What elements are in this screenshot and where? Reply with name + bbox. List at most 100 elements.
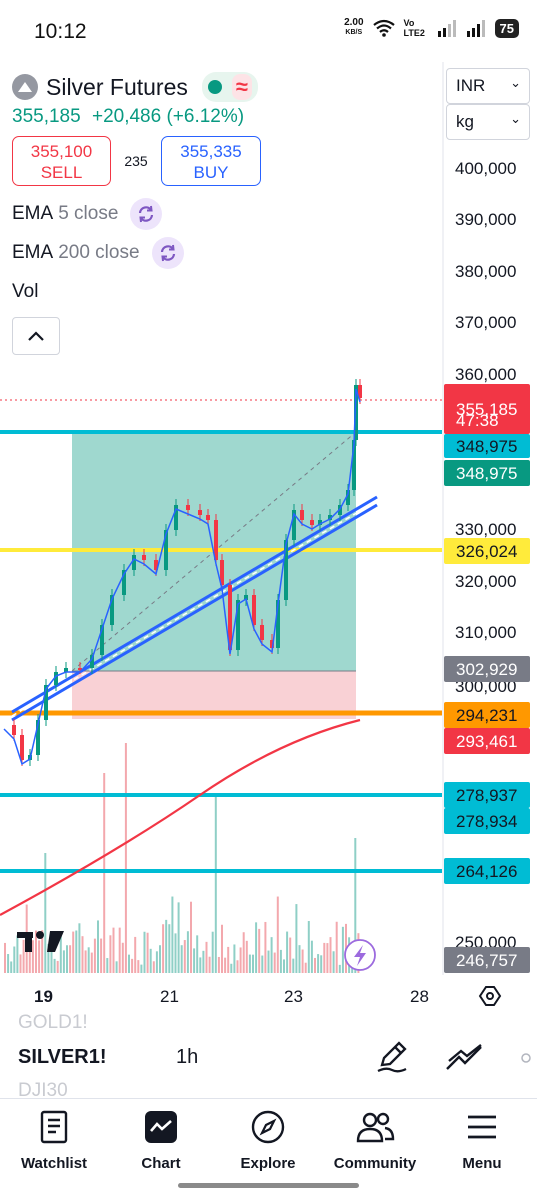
- volume-bar: [174, 933, 177, 973]
- symbol-title[interactable]: Silver Futures: [46, 74, 188, 101]
- candle-body: [252, 595, 256, 625]
- price-axis-tick: 390,000: [455, 210, 516, 229]
- volume-bar: [208, 956, 211, 973]
- volume-bar: [332, 951, 335, 973]
- candle-body: [20, 735, 24, 760]
- price-axis-tick: 380,000: [455, 262, 516, 281]
- volume-bar: [56, 960, 59, 973]
- volume-bar: [143, 931, 146, 973]
- nav-explore-label: Explore: [240, 1155, 296, 1172]
- volume-bar: [124, 743, 127, 973]
- spread-value: 235: [124, 153, 148, 169]
- volume-bar: [190, 901, 192, 973]
- unit-value: kg: [456, 112, 474, 131]
- volume-bar: [301, 949, 304, 973]
- volume-bar: [149, 948, 152, 973]
- volume-bar: [66, 945, 68, 973]
- volume-bar: [115, 961, 118, 973]
- volume-bar: [286, 931, 289, 973]
- volume-bar: [279, 949, 282, 973]
- volume-bar: [264, 921, 267, 973]
- label-countdown: 47:38: [456, 411, 499, 430]
- label-gray-level: 302,929: [456, 660, 517, 679]
- volume-bar: [329, 937, 332, 973]
- time-axis-tick: 21: [160, 987, 179, 1006]
- prev-symbol[interactable]: GOLD1!: [18, 1012, 88, 1034]
- volume-bar: [214, 793, 217, 973]
- price-axis-tick: 370,000: [455, 313, 516, 332]
- unit-select[interactable]: kg ⌄: [446, 104, 530, 140]
- indicator-param: 200 close: [58, 241, 140, 263]
- time-axis-tick: 28: [410, 987, 429, 1006]
- volume-bar: [183, 940, 186, 973]
- volume-bar: [159, 945, 161, 973]
- nav-menu[interactable]: Menu: [432, 1107, 532, 1172]
- volume-bar: [137, 960, 140, 973]
- label-bottom-level: 246,757: [456, 951, 517, 970]
- nav-explore[interactable]: Explore: [218, 1107, 318, 1172]
- auto-scale-icon-dot: [486, 992, 494, 1000]
- sync-icon[interactable]: [151, 236, 184, 269]
- indicator-ema200[interactable]: EMA 200 close: [12, 233, 261, 272]
- sync-icon[interactable]: [130, 197, 163, 230]
- currency-select[interactable]: INR ⌄: [446, 68, 530, 104]
- candle-body: [198, 510, 202, 515]
- volume-bar: [162, 924, 165, 973]
- volume-bar: [314, 957, 316, 973]
- volume-bar: [7, 954, 10, 973]
- market-status-pill[interactable]: ≈: [201, 72, 258, 102]
- symbol-title-row[interactable]: Silver Futures ≈: [12, 70, 261, 104]
- volume-bar: [131, 958, 134, 973]
- wifi-icon: [372, 19, 395, 37]
- volume-bar: [298, 945, 301, 973]
- candle-body: [142, 555, 146, 560]
- volume-bar: [87, 947, 90, 973]
- volume-bar: [155, 951, 158, 973]
- sell-button[interactable]: 355,100 SELL: [12, 136, 111, 186]
- pencil-icon[interactable]: [374, 1039, 410, 1075]
- chevron-down-icon: ⌄: [510, 75, 521, 90]
- collapse-legend-button[interactable]: [12, 317, 60, 355]
- candle-body: [132, 555, 136, 570]
- chevron-up-icon: [28, 331, 44, 341]
- nav-chart[interactable]: Chart: [111, 1107, 211, 1172]
- buy-button[interactable]: 355,335 BUY: [161, 136, 261, 186]
- nav-watchlist[interactable]: Watchlist: [4, 1107, 104, 1172]
- volume-bar: [196, 935, 199, 973]
- buy-price: 355,335: [180, 142, 242, 161]
- chart-legend: Silver Futures ≈ 355,185 +20,486 (+6.12%…: [12, 70, 261, 355]
- nav-chart-label: Chart: [141, 1155, 181, 1172]
- time-axis-tick: 23: [284, 987, 303, 1006]
- volume-bar: [233, 944, 236, 973]
- chart-icon: [145, 1111, 177, 1143]
- last-price: 355,185: [12, 106, 81, 127]
- volume-bar: [317, 954, 320, 973]
- interval-button[interactable]: 1h: [176, 1046, 198, 1069]
- label-green-level: 348,975: [456, 464, 517, 483]
- status-icons: 2.00 KB/S Vo LTE2 75: [344, 18, 519, 38]
- volume-bar: [72, 931, 75, 973]
- sell-label: SELL: [40, 163, 83, 182]
- chevron-down-icon: ⌄: [510, 111, 521, 126]
- nav-menu-label: Menu: [462, 1155, 502, 1172]
- indicator-ema5[interactable]: EMA 5 close: [12, 194, 261, 233]
- volume-bar: [224, 957, 227, 973]
- price-axis-tick: 400,000: [455, 159, 516, 178]
- volume-bar: [267, 950, 270, 973]
- drawing-tools-icon[interactable]: [445, 1043, 485, 1073]
- volume-bar: [338, 964, 341, 973]
- nav-community[interactable]: Community: [325, 1107, 425, 1172]
- volume-bar: [211, 931, 214, 973]
- more-dots-icon[interactable]: [520, 1052, 537, 1064]
- symbol-name-button[interactable]: SILVER1!: [18, 1046, 107, 1069]
- candle-body: [12, 725, 16, 735]
- volume-bar: [78, 923, 81, 973]
- volume-bar: [16, 935, 19, 973]
- volume-bar: [202, 950, 205, 973]
- volume-bar: [261, 955, 264, 973]
- volume-bar: [75, 930, 78, 973]
- indicator-volume[interactable]: Vol: [12, 272, 261, 311]
- indicator-name: EMA: [12, 202, 54, 224]
- volume-bar: [227, 946, 230, 973]
- volume-bar: [19, 954, 22, 973]
